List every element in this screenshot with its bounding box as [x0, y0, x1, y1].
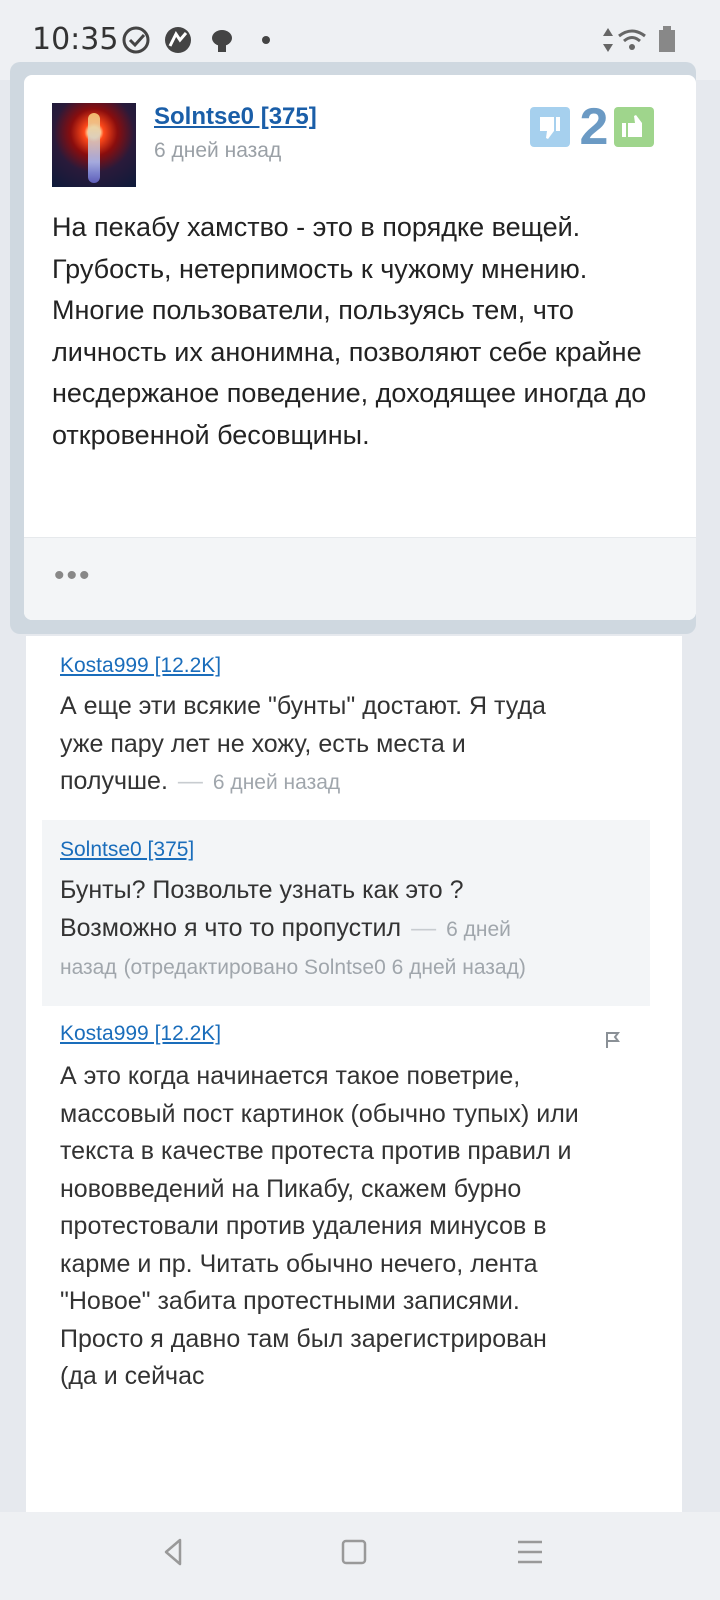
- comments-list: Kosta999 [12.2K] А еще эти всякие "бунты…: [26, 636, 682, 1512]
- post-text: На пекабу хамство - это в порядке вещей.…: [52, 212, 647, 450]
- comment-author-link[interactable]: Kosta999 [12.2K]: [60, 654, 221, 678]
- signal-arrows-icon: [603, 28, 613, 52]
- dot-icon: [262, 36, 270, 44]
- separator: —: [177, 767, 203, 795]
- flag-icon[interactable]: [604, 1030, 622, 1050]
- comment-body: А это когда начинается такое поветрие, м…: [60, 1062, 579, 1390]
- menu-icon[interactable]: [514, 1536, 546, 1568]
- post-author-link[interactable]: Solntse0 [375]: [154, 103, 317, 131]
- avatar[interactable]: [52, 103, 136, 187]
- bug-icon: [212, 30, 232, 52]
- comment: Kosta999 [12.2K] А еще эти всякие "бунты…: [42, 636, 650, 816]
- post-card: Solntse0 [375] 6 дней назад 2 На пекабу …: [24, 75, 696, 620]
- comment-edited-note: (отредактировано Solntse0 6 дней назад): [123, 956, 526, 979]
- comment: Solntse0 [375] Бунты? Позвольте узнать к…: [42, 820, 650, 1006]
- clock: 10:35: [32, 22, 119, 57]
- thumbs-up-icon: [622, 115, 642, 137]
- comment-text: Бунты? Позвольте узнать как это ? Возмож…: [60, 872, 580, 987]
- post-rating: 2: [579, 98, 609, 156]
- back-icon[interactable]: [158, 1536, 190, 1568]
- comment-body: Бунты? Позвольте узнать как это ? Возмож…: [60, 876, 464, 942]
- navigation-bar: [0, 1512, 720, 1600]
- upvote-button[interactable]: [614, 107, 654, 147]
- battery-icon: [659, 26, 675, 52]
- more-options-button[interactable]: •••: [54, 561, 92, 591]
- home-icon[interactable]: [338, 1536, 370, 1568]
- comment-text: А еще эти всякие "бунты" достают. Я туда…: [60, 688, 580, 802]
- wifi-icon: [618, 29, 646, 50]
- separator: —: [411, 913, 437, 942]
- bird-icon: [165, 27, 191, 53]
- comment: Kosta999 [12.2K] А это когда начинается …: [42, 1006, 650, 1512]
- comment-time: 6 дней назад: [212, 771, 341, 794]
- comment-author-link[interactable]: Solntse0 [375]: [60, 838, 194, 862]
- post-footer: •••: [24, 537, 696, 620]
- thumbs-down-icon: [540, 117, 560, 139]
- downvote-button[interactable]: [530, 107, 570, 147]
- check-circle-icon: [122, 26, 150, 54]
- comment-author-link[interactable]: Kosta999 [12.2K]: [60, 1022, 221, 1046]
- post-time: 6 дней назад: [154, 139, 282, 162]
